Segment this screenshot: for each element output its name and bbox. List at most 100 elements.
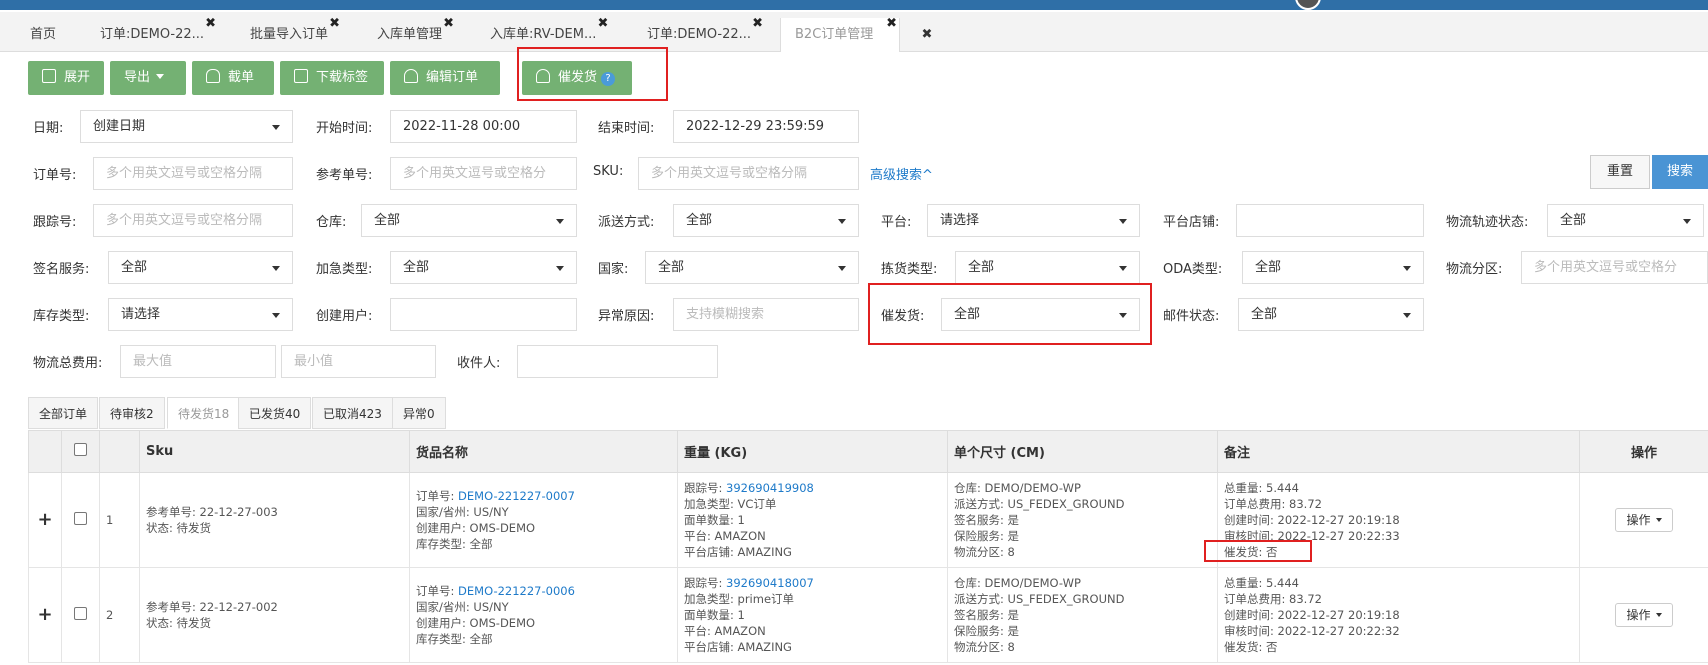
row-select-cell xyxy=(61,472,100,568)
shop-input[interactable] xyxy=(1236,204,1424,237)
remark-cell: 总重量: 5.444 订单总费用: 83.72 创建时间: 2022-12-27… xyxy=(1204,472,1580,568)
status-tab-shipped[interactable]: 已发货40 xyxy=(238,397,312,429)
urgent-type: 加急类型: prime订单 xyxy=(684,592,795,606)
mail-status-select[interactable]: 全部 xyxy=(1238,298,1424,331)
close-icon[interactable]: ✖ xyxy=(752,7,763,41)
fee-min-input[interactable]: 最小值 xyxy=(281,345,436,378)
sku-label: SKU: xyxy=(593,164,624,179)
pick-select[interactable]: 全部 xyxy=(955,251,1140,284)
tab-home[interactable]: 首页 xyxy=(16,18,70,52)
button-label: 导出 xyxy=(124,70,151,85)
delivery-select[interactable]: 全部 xyxy=(673,204,859,237)
date-type-select[interactable]: 创建日期 xyxy=(80,110,293,143)
creator-input[interactable] xyxy=(390,298,577,331)
delivery: 派送方式: US_FEDEX_GROUND xyxy=(954,592,1125,606)
action-dropdown-button[interactable]: 操作 xyxy=(1615,603,1673,627)
action-cell: 操作 xyxy=(1579,472,1708,568)
expand-row-icon[interactable]: + xyxy=(28,472,62,568)
sign-select[interactable]: 全部 xyxy=(108,251,293,284)
action-col-header: 操作 xyxy=(1579,430,1708,473)
row-checkbox[interactable] xyxy=(74,511,87,525)
insurance: 保险服务: 是 xyxy=(954,529,1020,543)
download-label-button[interactable]: 下载标签 xyxy=(280,61,384,95)
order-no-link[interactable]: DEMO-221227-0007 xyxy=(458,489,575,503)
shop: 平台店铺: AMAZING xyxy=(684,640,792,654)
platform-select[interactable]: 请选择 xyxy=(927,204,1140,237)
tracking-label: 跟踪号: xyxy=(684,481,723,495)
end-time-input[interactable]: 2022-12-29 23:59:59 xyxy=(673,110,859,143)
row-index: 2 xyxy=(99,567,140,663)
fee-max-input[interactable]: 最大值 xyxy=(120,345,276,378)
export-button[interactable]: 导出 xyxy=(110,61,186,95)
ref-no: 参考单号: 22-12-27-003 xyxy=(146,505,278,519)
remark-col-header: 备注 xyxy=(1217,430,1580,473)
tracking-link[interactable]: 392690419908 xyxy=(726,481,814,495)
zone-input[interactable]: 多个用英文逗号或空格分 xyxy=(1521,251,1708,284)
country-select[interactable]: 全部 xyxy=(645,251,859,284)
action-cell: 操作 xyxy=(1579,567,1708,663)
warehouse-select[interactable]: 全部 xyxy=(361,204,577,237)
avatar[interactable] xyxy=(1295,0,1321,10)
sku-cell: 参考单号: 22-12-27-003 状态: 待发货 xyxy=(139,472,410,568)
order-no-link[interactable]: DEMO-221227-0006 xyxy=(458,584,575,598)
advanced-search-link[interactable]: 高级搜索^ xyxy=(870,164,933,183)
row-checkbox[interactable] xyxy=(74,606,87,620)
oda-select[interactable]: 全部 xyxy=(1242,251,1424,284)
mail-status-label: 邮件状态: xyxy=(1163,309,1220,324)
audited-time: 审核时间: 2022-12-27 20:22:32 xyxy=(1224,624,1400,638)
tracking-input[interactable]: 多个用英文逗号或空格分隔 xyxy=(93,204,293,237)
size-cell: 仓库: DEMO/DEMO-WP 派送方式: US_FEDEX_GROUND 签… xyxy=(947,567,1218,663)
exception-input[interactable]: 支持模糊搜索 xyxy=(673,298,859,331)
weight-cell: 跟踪号: 392690418007 加急类型: prime订单 面单数量: 1 … xyxy=(677,567,948,663)
index-col-header xyxy=(99,430,140,473)
close-icon[interactable]: ✖ xyxy=(886,7,897,41)
sku-input[interactable]: 多个用英文逗号或空格分隔 xyxy=(638,157,859,190)
caret-down-icon xyxy=(1655,518,1662,522)
reset-button[interactable]: 重置 xyxy=(1590,155,1650,189)
ref-no: 参考单号: 22-12-27-002 xyxy=(146,600,278,614)
close-all-tabs-icon[interactable]: ✖ xyxy=(902,18,952,52)
close-icon[interactable]: ✖ xyxy=(597,7,608,41)
close-icon[interactable]: ✖ xyxy=(329,7,340,41)
sign-service: 签名服务: 是 xyxy=(954,608,1020,622)
start-time-input[interactable]: 2022-11-28 00:00 xyxy=(390,110,577,143)
button-label: 操作 xyxy=(1626,513,1651,527)
order-no-label: 订单号: xyxy=(416,489,455,503)
ref-no-input[interactable]: 多个用英文逗号或空格分 xyxy=(390,157,577,190)
ref-no-label: 参考单号: xyxy=(316,168,373,183)
button-label: 展开 xyxy=(64,70,91,85)
tab-b2c-order-mgmt[interactable]: B2C订单管理 ✖ xyxy=(780,16,900,52)
track-status-select[interactable]: 全部 xyxy=(1547,204,1704,237)
expand-row-icon[interactable]: + xyxy=(28,567,62,663)
select-all-checkbox[interactable] xyxy=(74,443,87,456)
tab-inbound-mgmt[interactable]: 入库单管理 ✖ xyxy=(363,16,456,52)
status-tab-pending-review[interactable]: 待审核2 xyxy=(99,397,165,429)
edit-order-button[interactable]: 编辑订单 xyxy=(390,61,500,95)
exception-label: 异常原因: xyxy=(598,309,655,324)
oda-label: ODA类型: xyxy=(1163,262,1223,277)
status-tab-all[interactable]: 全部订单 xyxy=(28,397,99,429)
urgent-select[interactable]: 全部 xyxy=(390,251,577,284)
status-tab-cancelled[interactable]: 已取消423 xyxy=(312,397,393,429)
status-tab-exception[interactable]: 异常0 xyxy=(392,397,446,429)
order-no-input[interactable]: 多个用英文逗号或空格分隔 xyxy=(93,157,293,190)
close-icon[interactable]: ✖ xyxy=(205,7,216,41)
tab-label: 批量导入订单 xyxy=(250,27,329,42)
button-label: 操作 xyxy=(1626,608,1651,622)
tab-batch-import[interactable]: 批量导入订单 ✖ xyxy=(236,16,342,52)
expand-button[interactable]: 展开 xyxy=(28,61,104,95)
track-status-label: 物流轨迹状态: xyxy=(1446,215,1529,230)
stock-select[interactable]: 请选择 xyxy=(108,298,293,331)
close-icon[interactable]: ✖ xyxy=(443,7,454,41)
tab-label: 订单:DEMO-22... xyxy=(100,27,205,42)
search-button[interactable]: 搜索 xyxy=(1652,155,1708,189)
order-no-label: 订单号: xyxy=(33,168,77,183)
status-tab-pending-ship[interactable]: 待发货18 xyxy=(167,397,241,429)
intercept-button[interactable]: 截单 xyxy=(192,61,274,95)
receiver-input[interactable] xyxy=(517,345,718,378)
tracking-link[interactable]: 392690418007 xyxy=(726,576,814,590)
end-time-label: 结束时间: xyxy=(598,121,655,136)
action-dropdown-button[interactable]: 操作 xyxy=(1615,508,1673,532)
row-index: 1 xyxy=(99,472,140,568)
tab-order-1[interactable]: 订单:DEMO-22... ✖ xyxy=(86,16,218,52)
